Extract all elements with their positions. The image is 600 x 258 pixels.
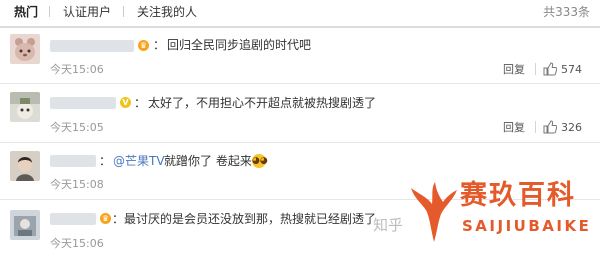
comment-total-count: 共333条	[543, 5, 590, 19]
comment-colon: ：	[99, 154, 112, 168]
comment-text: 太好了，不用担心不开超点就被热搜剧透了	[148, 96, 377, 110]
comment-text: 最讨厌的是会员还没放到那，热搜就已经剧透了	[124, 212, 377, 226]
saijiubaike-logo: 赛玖百科 SAIJIUBAIKE	[405, 176, 600, 258]
comment-colon: ：	[134, 96, 147, 110]
like-count: 326	[561, 121, 582, 134]
tab-verified-users[interactable]: 认证用户	[63, 5, 111, 19]
comment-text: 回归全民同步追剧的时代吧	[167, 38, 312, 52]
comment-divider	[0, 83, 600, 84]
comment-divider	[0, 142, 600, 143]
avatar[interactable]	[10, 151, 40, 181]
v-verified-icon: V	[120, 97, 131, 108]
username-redacted[interactable]	[50, 213, 96, 225]
comment-time: 今天15:08	[50, 178, 104, 191]
comment-time: 今天15:06	[50, 63, 104, 76]
scared-emoji-icon: ◕◕	[252, 154, 268, 168]
mention-link[interactable]: @芒果TV	[113, 154, 165, 168]
thumbs-up-icon[interactable]	[543, 120, 557, 134]
zhihu-watermark: 知乎	[373, 216, 404, 234]
gold-crown-icon: ♛	[138, 40, 149, 51]
reply-button[interactable]: 回复	[503, 63, 525, 76]
tabs-divider	[0, 26, 600, 28]
gold-crown-icon: ♛	[100, 213, 111, 224]
logo-chinese-text: 赛玖百科	[460, 180, 576, 211]
logo-english-text: SAIJIUBAIKE	[462, 217, 592, 235]
comment-time: 今天15:05	[50, 121, 104, 134]
like-count: 574	[561, 63, 582, 76]
avatar[interactable]	[10, 92, 40, 122]
username-redacted[interactable]	[50, 40, 134, 52]
username-redacted[interactable]	[50, 155, 96, 167]
action-separator	[535, 63, 536, 75]
tab-separator	[123, 6, 124, 17]
comment-text: 就蹭你了 卷起来	[164, 154, 252, 168]
avatar[interactable]	[10, 210, 40, 240]
thumbs-up-icon[interactable]	[543, 62, 557, 76]
comment-colon: ：	[112, 212, 125, 226]
comment-time: 今天15:06	[50, 237, 104, 250]
comment-tabs: 热门 认证用户 关注我的人 共333条	[0, 0, 600, 28]
action-separator	[535, 121, 536, 133]
username-redacted[interactable]	[50, 97, 116, 109]
comment-colon: ：	[153, 38, 166, 52]
tab-separator	[49, 6, 50, 17]
tab-hot[interactable]: 热门	[14, 5, 38, 19]
tab-my-followers[interactable]: 关注我的人	[137, 5, 197, 19]
whale-tail-icon	[411, 182, 457, 242]
reply-button[interactable]: 回复	[503, 121, 525, 134]
avatar[interactable]	[10, 34, 40, 64]
